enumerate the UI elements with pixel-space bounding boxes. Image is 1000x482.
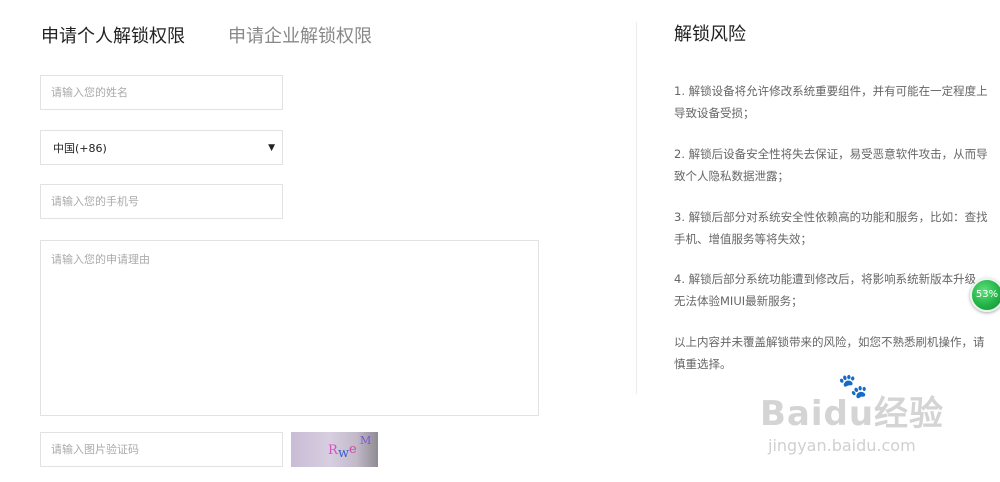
phone-field-wrapper: [40, 184, 283, 219]
captcha-field-wrapper: [40, 432, 283, 467]
captcha-char: w: [338, 446, 350, 461]
dropdown-caret-icon: ▼: [268, 143, 275, 153]
country-code-select[interactable]: 中国(+86) ▼: [40, 130, 283, 165]
watermark-brand: Baidu经验: [760, 394, 945, 434]
name-input[interactable]: [41, 76, 282, 109]
tab-enterprise-unlock[interactable]: 申请企业解锁权限: [228, 24, 372, 50]
captcha-char: R: [328, 443, 338, 458]
captcha-input[interactable]: [41, 433, 282, 466]
risk-item: 1. 解锁设备将允许修改系统重要组件，并有可能在一定程度上导致设备受损；: [674, 84, 988, 120]
page-right-edge: [992, 0, 1000, 482]
tab-personal-unlock[interactable]: 申请个人解锁权限: [41, 24, 185, 50]
reason-textarea[interactable]: [41, 241, 538, 415]
captcha-char: M: [360, 434, 372, 447]
risk-title: 解锁风险: [674, 24, 746, 45]
name-field-wrapper: [40, 75, 283, 110]
risk-item: 4. 解锁后部分系统功能遭到修改后，将影响系统新版本升级，无法体验MIUI最新服…: [674, 272, 988, 308]
phone-input[interactable]: [41, 185, 282, 218]
captcha-char: e: [349, 442, 357, 457]
watermark-url: jingyan.baidu.com: [768, 436, 916, 455]
progress-badge[interactable]: 53%: [970, 278, 1000, 312]
risk-item: 2. 解锁后设备安全性将失去保证，易受恶意软件攻击，从而导致个人隐私数据泄露；: [674, 147, 988, 183]
watermark: 🐾 Baidu经验 jingyan.baidu.com: [760, 374, 960, 464]
risk-item: 3. 解锁后部分对系统安全性依赖高的功能和服务，比如：查找手机、增值服务等将失效…: [674, 210, 988, 246]
captcha-image[interactable]: R w e M: [291, 432, 378, 467]
column-divider: [636, 22, 637, 394]
reason-field-wrapper: [40, 240, 539, 416]
country-code-value: 中国(+86): [53, 142, 107, 155]
risk-item: 以上内容并未覆盖解锁带来的风险，如您不熟悉刷机操作，请慎重选择。: [674, 335, 985, 371]
